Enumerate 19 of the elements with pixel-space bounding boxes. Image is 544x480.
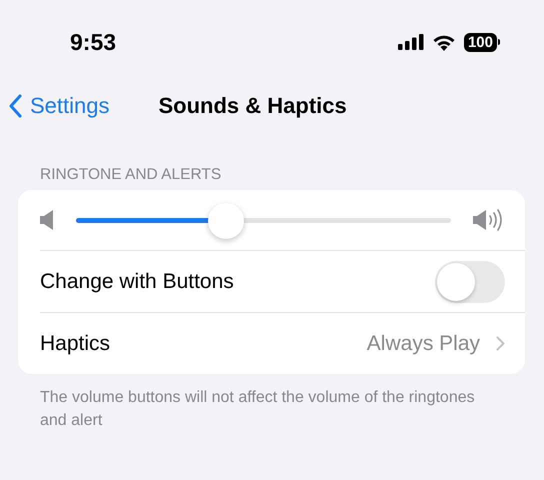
wifi-icon <box>432 34 456 50</box>
footer-note: The volume buttons will not affect the volume of the ringtones and alert <box>40 388 476 431</box>
toggle-switch[interactable] <box>435 260 505 302</box>
page-title: Sounds & Haptics <box>158 93 347 119</box>
speaker-low-icon <box>40 210 54 230</box>
slider-thumb[interactable] <box>208 202 244 238</box>
back-chevron-icon <box>8 94 22 118</box>
status-time: 9:53 <box>70 28 116 56</box>
chevron-icon <box>496 336 505 351</box>
speaker-high-icon <box>473 209 505 231</box>
row-value: Always Play <box>366 332 480 356</box>
signal-icon <box>398 34 424 50</box>
haptics-row[interactable]: Haptics Always Play <box>40 312 525 374</box>
row-label: Change with Buttons <box>40 270 235 294</box>
back-link[interactable]: Settings <box>8 93 110 119</box>
row-label: Haptics <box>40 332 112 356</box>
battery-indicator: 100 <box>464 32 497 52</box>
back-label[interactable]: Settings <box>30 93 110 119</box>
section-header: RINGTONE AND ALERTS <box>40 165 222 185</box>
